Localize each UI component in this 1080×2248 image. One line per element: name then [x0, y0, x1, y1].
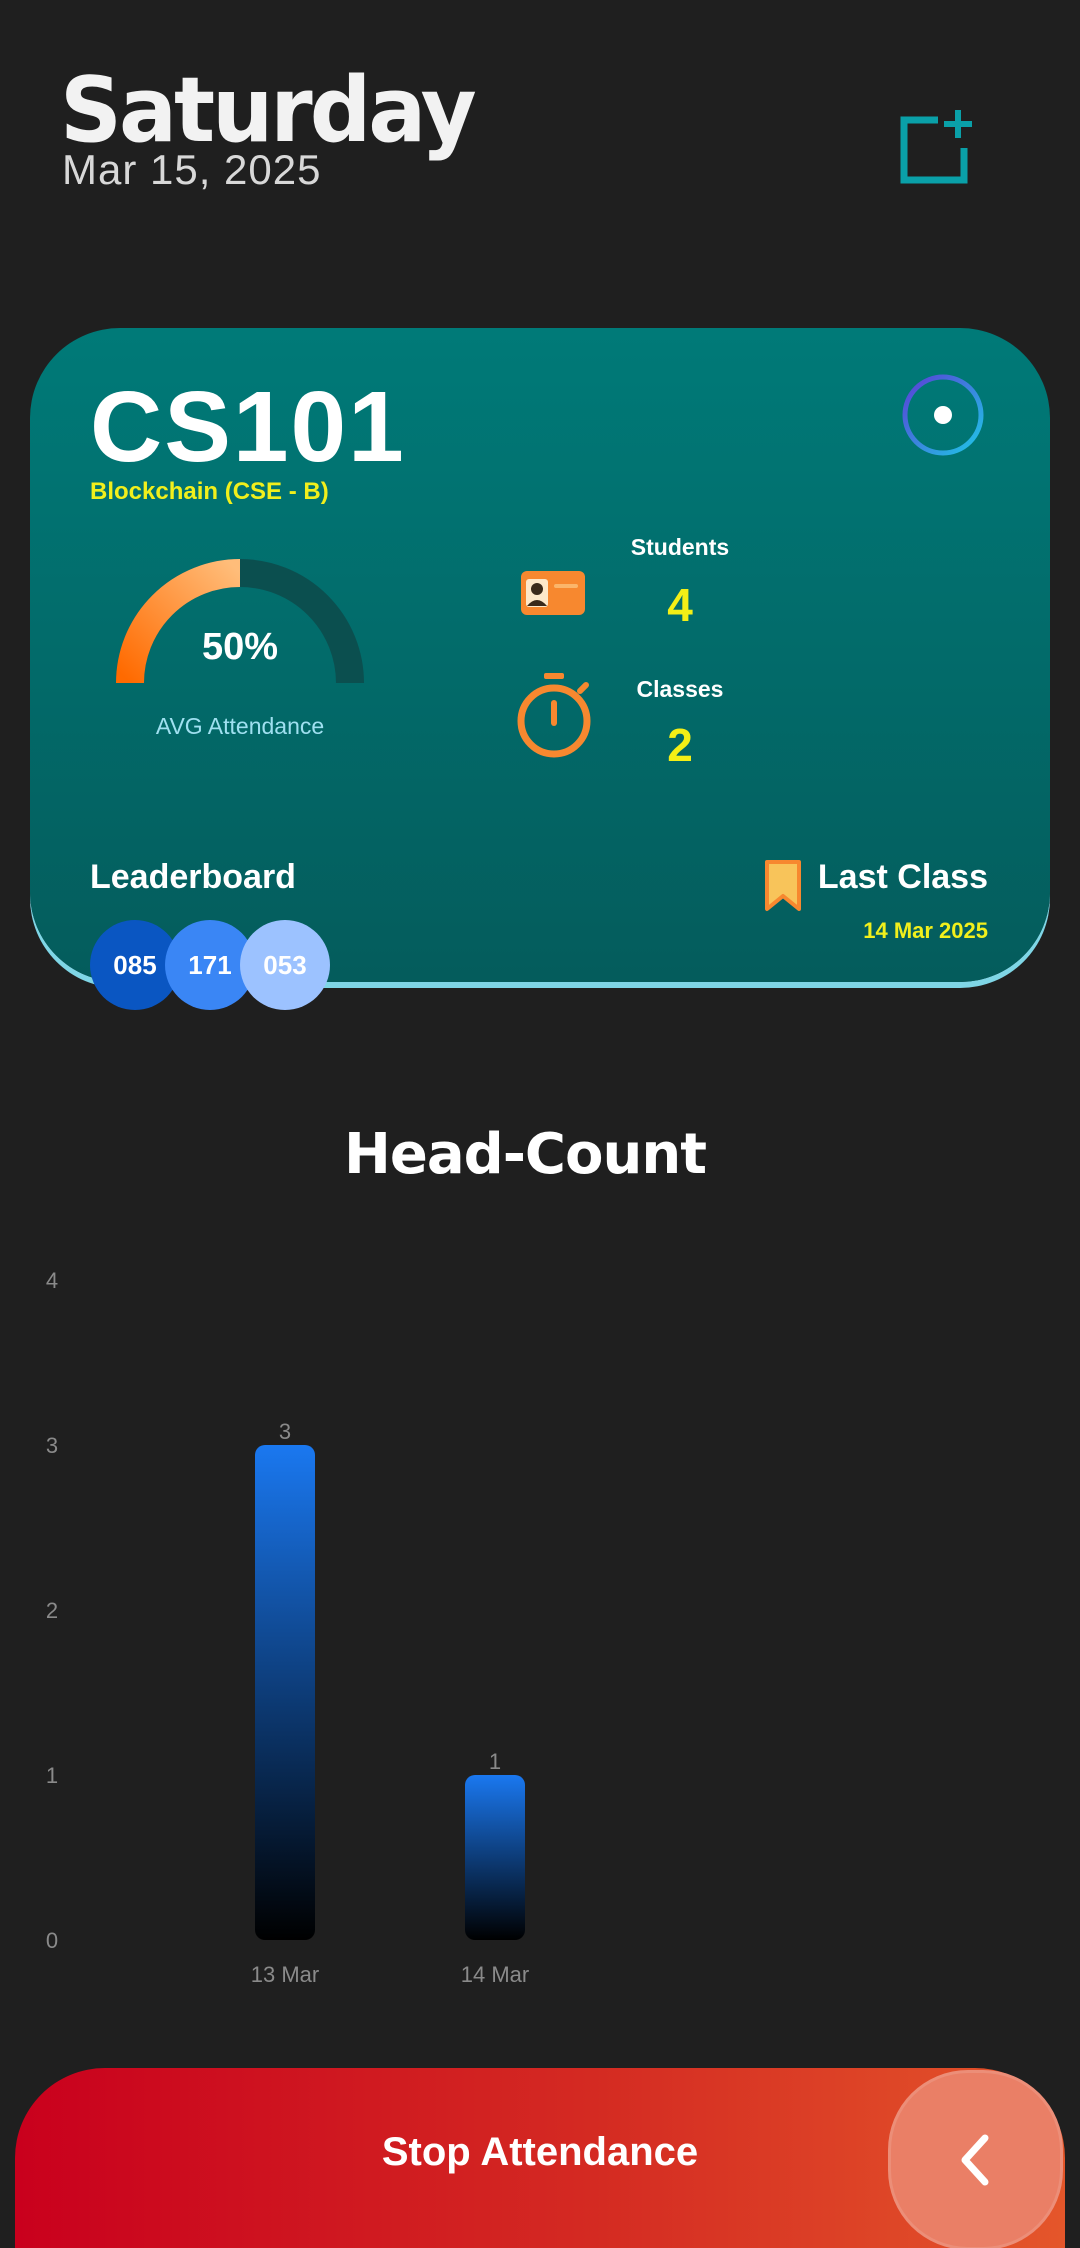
page: Saturday Mar 15, 2025 CS101 Blockchain (… [0, 0, 1080, 2248]
status-ring-icon[interactable] [900, 372, 986, 458]
classes-label: Classes [636, 676, 724, 702]
bar [255, 1445, 315, 1940]
stop-attendance-button[interactable]: Stop Attendance [15, 2068, 1065, 2248]
course-code: CS101 [90, 371, 406, 483]
leaderboard-chip[interactable]: 053 [240, 920, 330, 1010]
classes-value: 2 [667, 719, 693, 771]
x-tick-label: 14 Mar [461, 1962, 529, 1987]
bookmark-icon [765, 860, 801, 911]
students-value: 4 [667, 579, 693, 631]
y-tick-label: 3 [46, 1433, 58, 1458]
bar-data-label: 3 [279, 1419, 291, 1444]
bar [465, 1775, 525, 1940]
chart-title: Head-Count [343, 1122, 707, 1187]
date-subtitle: Mar 15, 2025 [62, 146, 322, 193]
last-class-label: Last Class [817, 858, 988, 896]
last-class-date: 14 Mar 2025 [863, 918, 988, 943]
course-name: Blockchain (CSE - B) [90, 478, 329, 505]
chevron-left-icon [961, 2134, 988, 2186]
y-tick-label: 0 [46, 1928, 58, 1953]
students-label: Students [630, 534, 730, 560]
y-tick-label: 1 [46, 1763, 58, 1788]
bar-data-label: 1 [489, 1749, 501, 1774]
x-tick-label: 13 Mar [251, 1962, 319, 1987]
course-card[interactable]: CS101 Blockchain (CSE - B) 50% AVG Atten… [30, 328, 1050, 1010]
back-button[interactable] [888, 2070, 1063, 2248]
y-tick-label: 2 [46, 1598, 58, 1623]
avg-attendance-value: 50% [201, 626, 279, 668]
avg-attendance-label: AVG Attendance [155, 713, 325, 739]
add-square-icon[interactable] [898, 108, 978, 188]
id-card-icon [521, 571, 585, 615]
head-count-chart: 0 1 2 3 4 3 13 Mar 1 14 Mar [46, 1268, 529, 1987]
y-tick-label: 4 [46, 1268, 58, 1293]
leaderboard-title: Leaderboard [90, 858, 296, 896]
